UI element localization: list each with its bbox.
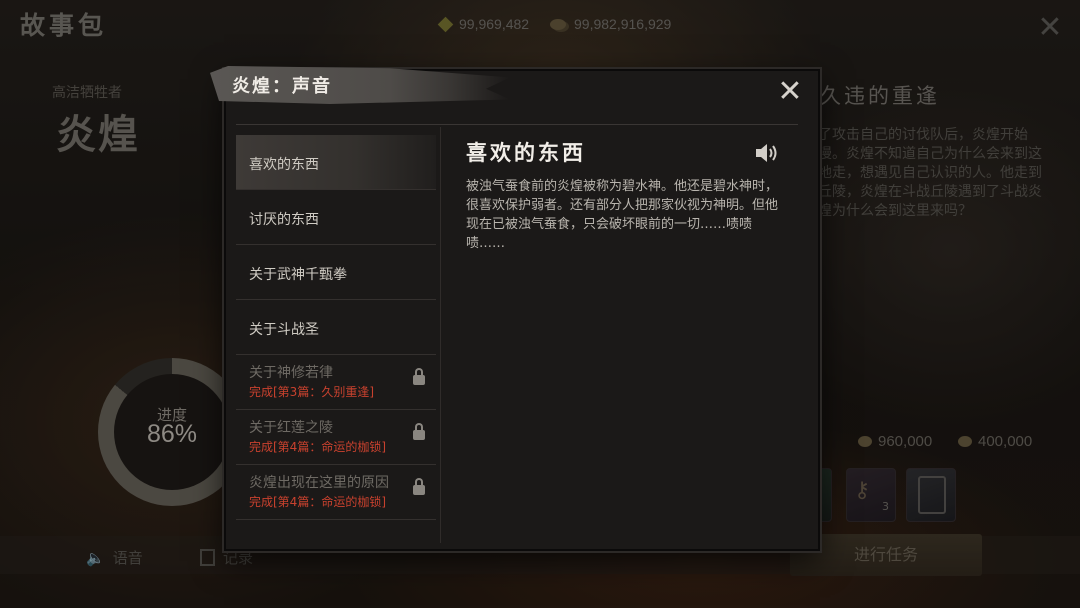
unlock-requirement: 完成[第4篇：命运的枷锁] bbox=[249, 495, 386, 509]
detail-title: 喜欢的东西 bbox=[466, 140, 586, 165]
topic-list: 喜欢的东西 讨厌的东西 关于武神千甄拳 关于斗战圣 关于神修若律 完成[第3篇：… bbox=[236, 135, 436, 520]
topic-item-locked[interactable]: 炎煌出现在这里的原因 完成[第4篇：命运的枷锁] bbox=[236, 465, 436, 520]
topic-item-locked[interactable]: 关于红莲之陵 完成[第4篇：命运的枷锁] bbox=[236, 410, 436, 465]
topic-item-likes[interactable]: 喜欢的东西 bbox=[236, 135, 436, 190]
speaker-icon bbox=[756, 144, 777, 162]
play-voice-button[interactable] bbox=[754, 141, 782, 165]
lock-icon bbox=[413, 368, 425, 385]
topic-label: 关于斗战圣 bbox=[249, 322, 319, 338]
list-divider bbox=[440, 127, 441, 543]
topic-item-martial-god[interactable]: 关于武神千甄拳 bbox=[236, 245, 436, 300]
modal-title: 炎煌：声音 bbox=[232, 76, 332, 97]
lock-icon bbox=[413, 423, 425, 440]
topic-label: 关于武神千甄拳 bbox=[249, 267, 347, 283]
detail-text: 被浊气蚕食前的炎煌被称为碧水神。他还是碧水神时，很喜欢保护弱者。还有部分人把那家… bbox=[466, 179, 779, 251]
lock-icon bbox=[413, 478, 425, 495]
topic-item-battle-saint[interactable]: 关于斗战圣 bbox=[236, 300, 436, 355]
topic-label: 关于神修若律 bbox=[249, 365, 333, 381]
topic-item-locked[interactable]: 关于神修若律 完成[第3篇：久别重逢] bbox=[236, 355, 436, 410]
topic-label: 炎煌出现在这里的原因 bbox=[249, 475, 389, 491]
topic-label: 关于红莲之陵 bbox=[249, 420, 333, 436]
modal-header-divider bbox=[236, 124, 798, 125]
progress-value: 86% bbox=[146, 420, 198, 448]
unlock-requirement: 完成[第4篇：命运的枷锁] bbox=[249, 440, 386, 454]
modal-close-icon[interactable]: ✕ bbox=[776, 77, 804, 107]
topic-label: 喜欢的东西 bbox=[249, 157, 319, 173]
topic-item-dislikes[interactable]: 讨厌的东西 bbox=[236, 190, 436, 245]
topic-label: 讨厌的东西 bbox=[249, 212, 319, 228]
unlock-requirement: 完成[第3篇：久别重逢] bbox=[249, 385, 374, 399]
